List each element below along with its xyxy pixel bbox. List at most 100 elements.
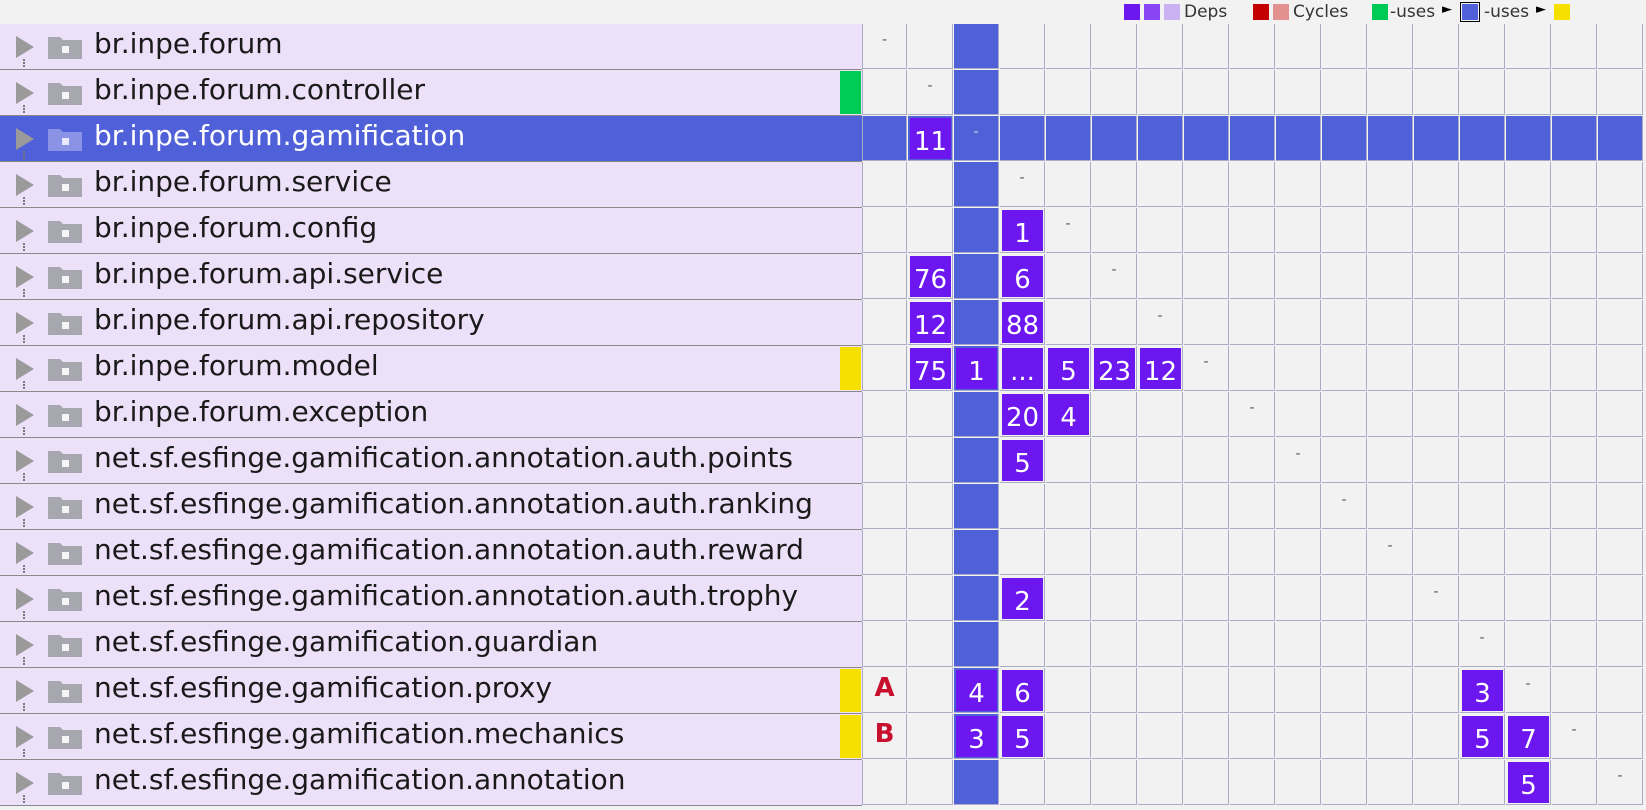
matrix-cell[interactable] <box>1184 668 1229 713</box>
matrix-cell[interactable] <box>1092 714 1137 759</box>
matrix-cell[interactable] <box>1598 162 1643 207</box>
package-name-cell[interactable]: br.inpe.forum.api.repository <box>0 300 862 346</box>
matrix-cell[interactable]: - <box>1230 392 1275 437</box>
expand-triangle-icon[interactable] <box>16 542 34 564</box>
matrix-cell[interactable] <box>908 530 953 575</box>
matrix-cell[interactable] <box>1552 162 1597 207</box>
matrix-cell[interactable] <box>1230 438 1275 483</box>
matrix-cell[interactable] <box>1000 484 1045 529</box>
matrix-cell[interactable] <box>1322 622 1367 667</box>
package-name-cell[interactable]: net.sf.esfinge.gamification.annotation.a… <box>0 530 862 576</box>
package-row[interactable]: br.inpe.forum.service - <box>0 162 1646 208</box>
matrix-cell[interactable]: - <box>1046 208 1091 253</box>
matrix-cell[interactable] <box>1322 254 1367 299</box>
matrix-cell[interactable] <box>1598 484 1643 529</box>
matrix-cell[interactable] <box>1506 300 1551 345</box>
matrix-cell[interactable] <box>954 438 999 483</box>
matrix-cell[interactable] <box>1092 622 1137 667</box>
matrix-cell[interactable] <box>1552 576 1597 621</box>
package-name-cell[interactable]: net.sf.esfinge.gamification.annotation.a… <box>0 484 862 530</box>
matrix-cell[interactable] <box>1138 714 1183 759</box>
matrix-cell[interactable]: 3 <box>954 714 999 759</box>
matrix-cell[interactable] <box>1598 714 1643 759</box>
matrix-cell[interactable] <box>1322 714 1367 759</box>
matrix-cell[interactable] <box>1506 530 1551 575</box>
package-row[interactable]: net.sf.esfinge.gamification.mechanics B 3 5… <box>0 714 1646 760</box>
matrix-cell[interactable] <box>1046 162 1091 207</box>
matrix-cell[interactable] <box>1000 70 1045 115</box>
matrix-cell[interactable] <box>1322 530 1367 575</box>
matrix-cell[interactable] <box>862 438 907 483</box>
matrix-cell[interactable] <box>1230 70 1275 115</box>
package-row[interactable]: br.inpe.forum.gamification 11 - <box>0 116 1646 162</box>
matrix-cell[interactable] <box>1184 254 1229 299</box>
matrix-cell[interactable]: 23 <box>1092 346 1137 391</box>
matrix-cell[interactable] <box>1368 438 1413 483</box>
package-name-cell[interactable]: br.inpe.forum.api.service <box>0 254 862 300</box>
expand-triangle-icon[interactable] <box>16 174 34 196</box>
matrix-cell[interactable] <box>1092 70 1137 115</box>
matrix-cell[interactable] <box>1552 346 1597 391</box>
matrix-cell[interactable] <box>1046 622 1091 667</box>
matrix-cell[interactable] <box>1046 484 1091 529</box>
matrix-cell[interactable] <box>1092 162 1137 207</box>
expand-triangle-icon[interactable] <box>16 358 34 380</box>
matrix-cell[interactable] <box>1184 208 1229 253</box>
matrix-cell[interactable] <box>862 392 907 437</box>
expand-triangle-icon[interactable] <box>16 588 34 610</box>
matrix-cell[interactable] <box>862 760 907 805</box>
matrix-cell[interactable]: - <box>1506 668 1551 713</box>
matrix-cell[interactable] <box>862 162 907 207</box>
matrix-cell[interactable]: 5 <box>1000 714 1045 759</box>
matrix-cell[interactable] <box>1322 668 1367 713</box>
matrix-cell[interactable] <box>1092 392 1137 437</box>
matrix-cell[interactable] <box>1460 208 1505 253</box>
matrix-cell[interactable] <box>1138 668 1183 713</box>
matrix-cell[interactable]: 5 <box>1046 346 1091 391</box>
matrix-cell[interactable] <box>862 300 907 345</box>
matrix-cell[interactable] <box>1552 70 1597 115</box>
matrix-cell[interactable] <box>1368 116 1413 161</box>
matrix-cell[interactable] <box>1368 254 1413 299</box>
matrix-cell[interactable] <box>1598 438 1643 483</box>
matrix-cell[interactable] <box>1552 760 1597 805</box>
matrix-cell[interactable] <box>1460 346 1505 391</box>
matrix-cell[interactable]: 5 <box>1000 438 1045 483</box>
matrix-cell[interactable] <box>1414 116 1459 161</box>
matrix-cell[interactable]: - <box>1552 714 1597 759</box>
matrix-cell[interactable]: 5 <box>1506 760 1551 805</box>
package-name-cell[interactable]: br.inpe.forum.controller <box>0 70 862 116</box>
matrix-cell[interactable] <box>1230 300 1275 345</box>
matrix-cell[interactable] <box>1138 254 1183 299</box>
matrix-cell[interactable] <box>1046 530 1091 575</box>
matrix-cell[interactable] <box>1138 24 1183 69</box>
package-row[interactable]: net.sf.esfinge.gamification.annotation.a… <box>0 438 1646 484</box>
matrix-cell[interactable] <box>1322 208 1367 253</box>
matrix-cell[interactable]: 4 <box>1046 392 1091 437</box>
matrix-cell[interactable] <box>1230 576 1275 621</box>
matrix-cell[interactable] <box>908 392 953 437</box>
matrix-cell[interactable] <box>1322 70 1367 115</box>
matrix-cell[interactable] <box>1460 760 1505 805</box>
matrix-cell[interactable] <box>1000 24 1045 69</box>
matrix-cell[interactable] <box>1092 668 1137 713</box>
matrix-cell[interactable] <box>1276 714 1321 759</box>
matrix-cell[interactable] <box>1000 622 1045 667</box>
matrix-cell[interactable] <box>1598 622 1643 667</box>
matrix-cell[interactable] <box>1460 116 1505 161</box>
package-name-cell[interactable]: br.inpe.forum.model <box>0 346 862 392</box>
matrix-cell[interactable] <box>1368 208 1413 253</box>
matrix-cell[interactable] <box>1368 70 1413 115</box>
matrix-cell[interactable] <box>1276 254 1321 299</box>
matrix-cell[interactable] <box>1368 392 1413 437</box>
matrix-cell[interactable] <box>1506 438 1551 483</box>
matrix-cell[interactable] <box>1414 760 1459 805</box>
expand-triangle-icon[interactable] <box>16 312 34 334</box>
matrix-cell[interactable] <box>1276 346 1321 391</box>
matrix-cell[interactable] <box>1414 622 1459 667</box>
matrix-cell[interactable] <box>1552 254 1597 299</box>
matrix-cell[interactable] <box>1552 622 1597 667</box>
package-row[interactable]: br.inpe.forum.api.service 76 6 - <box>0 254 1646 300</box>
matrix-cell[interactable]: - <box>908 70 953 115</box>
matrix-cell[interactable] <box>1276 622 1321 667</box>
